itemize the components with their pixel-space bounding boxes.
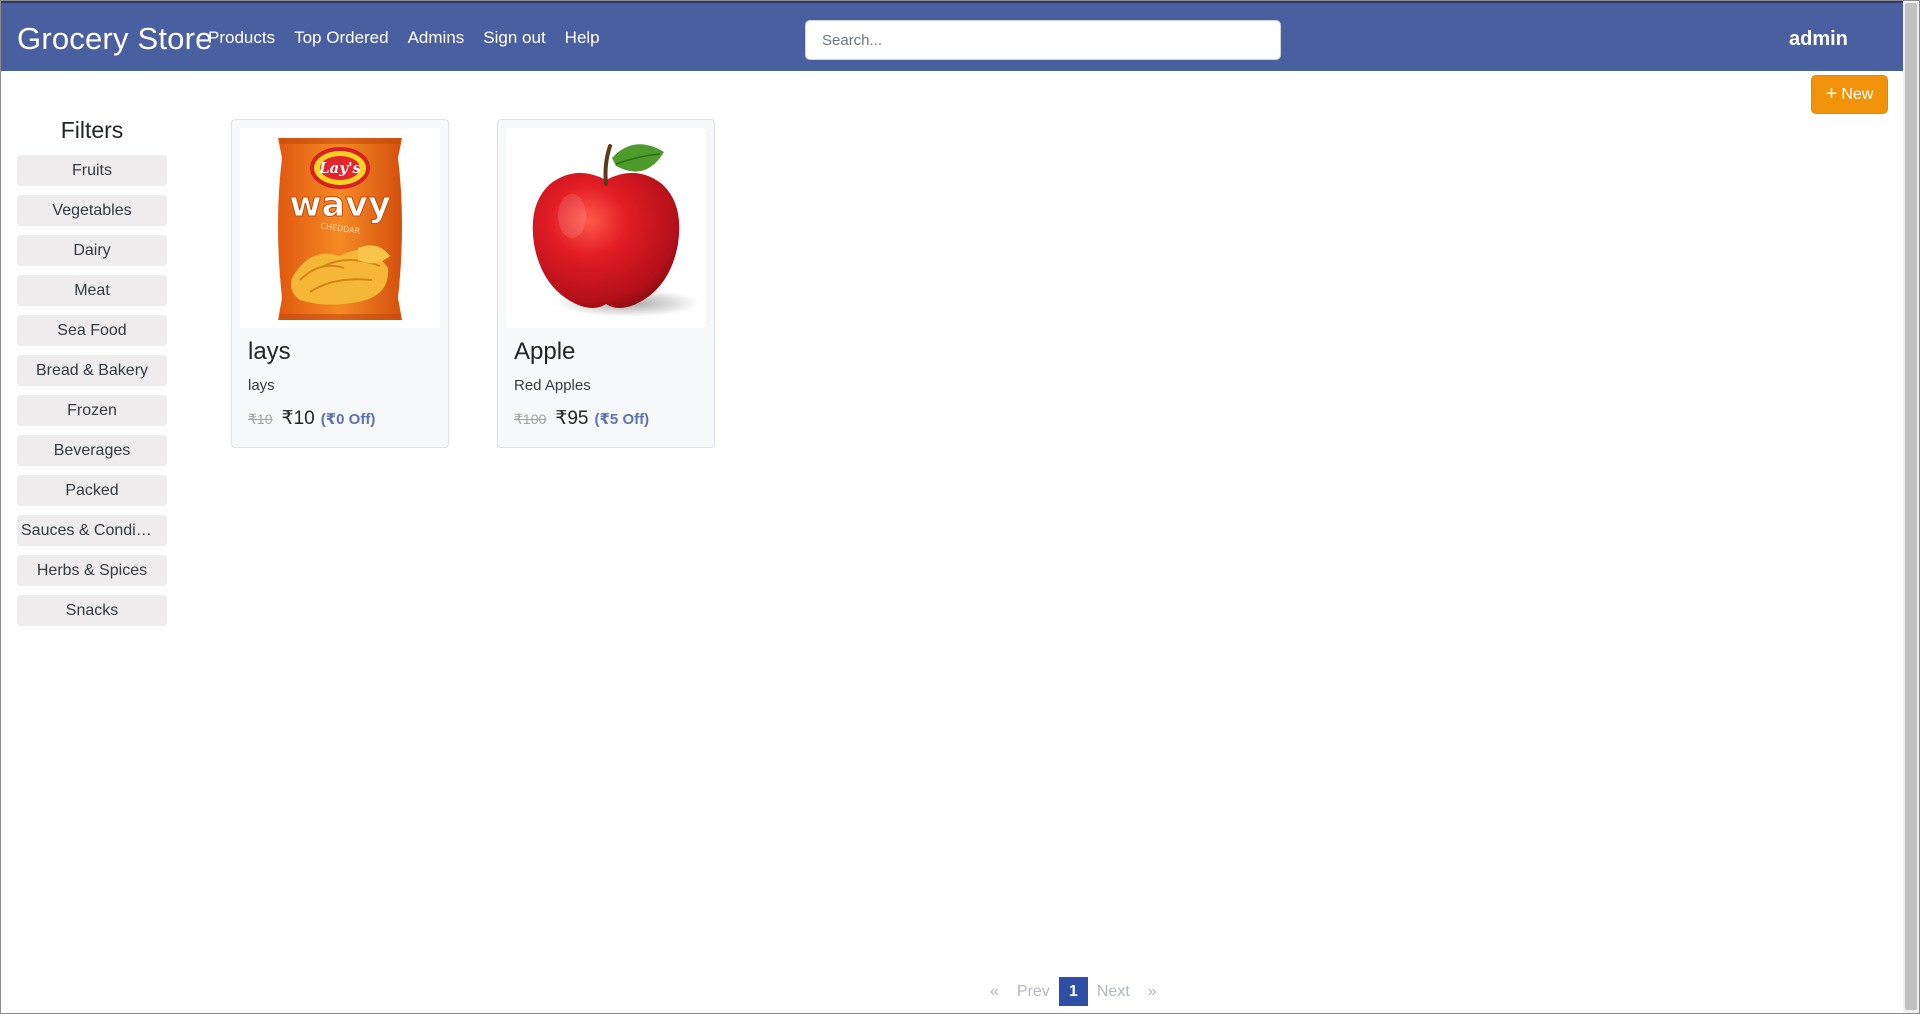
product-description: Red Apples [514,377,591,394]
svg-text:wavy: wavy [289,185,391,225]
nav-link-help[interactable]: Help [565,28,600,48]
nav-link-products[interactable]: Products [208,28,275,48]
app-window: Grocery Store Products Top Ordered Admin… [0,0,1920,1014]
product-card[interactable]: Apple Red Apples ₹100 ₹95 (₹5 Off) [497,119,715,448]
page-button-current[interactable]: 1 [1058,977,1088,1006]
filter-dairy[interactable]: Dairy [17,235,167,266]
new-product-button[interactable]: + New [1811,75,1888,114]
scrollbar-thumb[interactable] [1905,3,1917,1010]
product-image-lays[interactable]: Lay's wavy CHEDDAR [240,128,440,328]
filter-snacks[interactable]: Snacks [17,595,167,626]
pagination: « Prev 1 Next » [981,977,1166,1006]
original-price: ₹10 [248,411,273,427]
product-title[interactable]: Apple [514,338,575,366]
apple-image [532,144,700,317]
first-page-icon[interactable]: « [981,977,1008,1006]
nav-link-sign-out[interactable]: Sign out [483,28,545,48]
filter-sea-food[interactable]: Sea Food [17,315,167,346]
filter-beverages[interactable]: Beverages [17,435,167,466]
product-description: lays [248,377,275,394]
filters-title: Filters [60,117,124,143]
filter-sauces-condiments[interactable]: Sauces & Condiments [17,515,167,546]
discount-label: (₹5 Off) [594,411,650,428]
nav-link-top-ordered[interactable]: Top Ordered [294,28,389,48]
nav-links: Products Top Ordered Admins Sign out Hel… [208,28,600,48]
prev-page-button[interactable]: Prev [1008,977,1059,1006]
filters-panel: Filters Fruits Vegetables Dairy Meat Sea… [17,117,167,635]
filter-vegetables[interactable]: Vegetables [17,195,167,226]
svg-text:Lay's: Lay's [318,159,362,177]
product-card[interactable]: Lay's wavy CHEDDAR lays lays ₹10 ₹10 (₹0… [231,119,449,448]
original-price: ₹100 [514,411,547,427]
filter-meat[interactable]: Meat [17,275,167,306]
product-price: ₹10 ₹10 (₹0 Off) [248,407,375,430]
nav-link-admins[interactable]: Admins [408,28,465,48]
filter-frozen[interactable]: Frozen [17,395,167,426]
next-page-button[interactable]: Next [1088,977,1139,1006]
discount-label: (₹0 Off) [320,411,376,428]
search-input[interactable] [805,20,1281,60]
sale-price: ₹10 [281,408,315,429]
chips-bag-image: Lay's wavy CHEDDAR [278,138,402,320]
brand-logo[interactable]: Grocery Store [17,21,213,57]
filter-fruits[interactable]: Fruits [17,155,167,186]
product-title[interactable]: lays [248,338,291,366]
filter-bread-bakery[interactable]: Bread & Bakery [17,355,167,386]
filter-herbs-spices[interactable]: Herbs & Spices [17,555,167,586]
vertical-scrollbar[interactable] [1903,1,1919,1013]
filter-packed[interactable]: Packed [17,475,167,506]
top-navbar: Grocery Store Products Top Ordered Admin… [1,1,1903,71]
product-price: ₹100 ₹95 (₹5 Off) [514,407,649,430]
user-name[interactable]: admin [1789,28,1848,51]
sale-price: ₹95 [555,408,589,429]
last-page-icon[interactable]: » [1139,977,1166,1006]
new-button-label: New [1841,85,1874,103]
plus-icon: + [1825,82,1838,105]
product-image-apple[interactable] [506,128,706,328]
